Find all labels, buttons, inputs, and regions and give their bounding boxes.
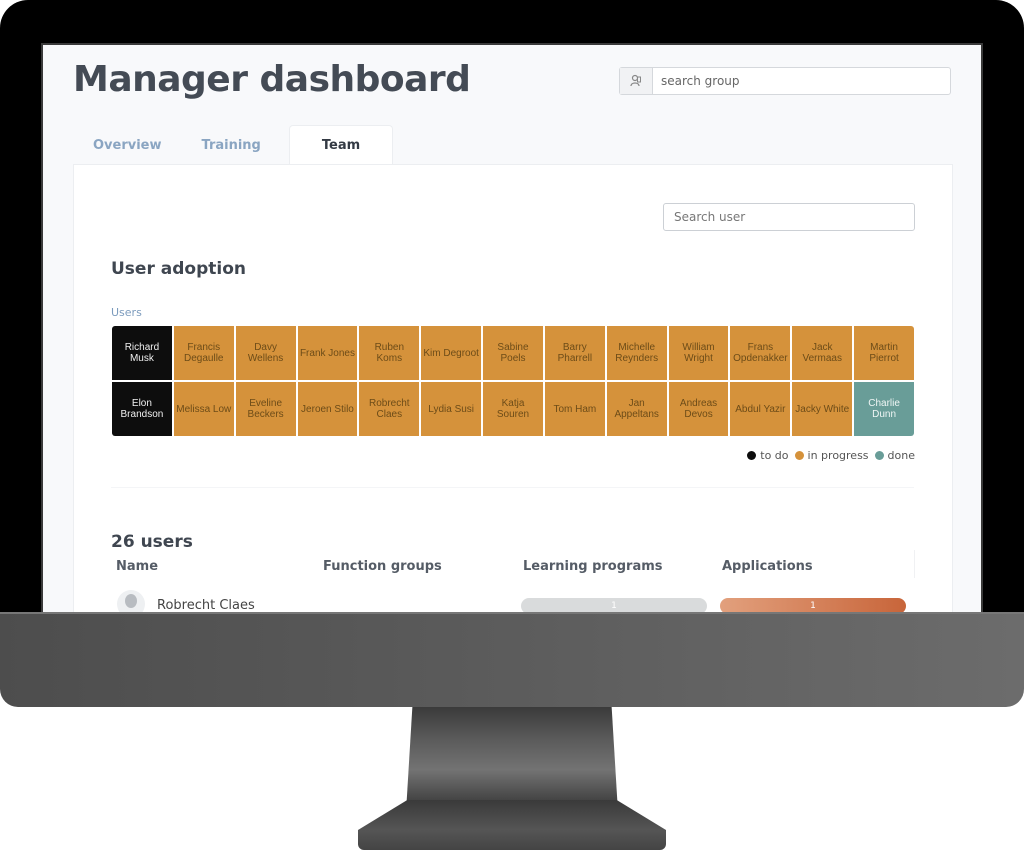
user-adoption-cell[interactable]: Michelle Reynders <box>606 326 667 380</box>
column-separator <box>914 550 915 578</box>
user-adoption-cell[interactable]: Charlie Dunn <box>854 382 914 436</box>
legend-dot-todo <box>747 451 757 460</box>
tab-overview[interactable]: Overview <box>73 125 182 165</box>
user-adoption-cell[interactable]: Francis Degaulle <box>173 326 234 380</box>
legend-dot-done <box>874 451 884 460</box>
legend-item-todo: to do <box>747 449 789 462</box>
column-header-applications[interactable]: Applications <box>722 559 813 574</box>
user-count-title: 26 users <box>111 532 193 552</box>
user-adoption-cell[interactable]: Lydia Susi <box>421 382 482 436</box>
legend-label: in progress <box>807 449 869 462</box>
screen: Manager dashboard Overview Training Team… <box>41 43 983 613</box>
avatar <box>117 590 145 613</box>
monitor-chin <box>0 612 1024 707</box>
user-adoption-cell[interactable]: Andreas Devos <box>668 382 729 436</box>
user-adoption-cell[interactable]: Martin Pierrot <box>854 326 914 380</box>
page-title: Manager dashboard <box>73 59 471 100</box>
user-adoption-cell[interactable]: Sabine Poels <box>483 326 543 380</box>
avatar-placeholder-icon <box>125 594 137 608</box>
legend-label: to do <box>760 449 789 462</box>
user-adoption-cell[interactable]: Jeroen Stilo <box>297 382 358 436</box>
user-search-input[interactable] <box>663 203 915 231</box>
column-header-learning-programs[interactable]: Learning programs <box>523 559 663 574</box>
monitor-stand-foot <box>358 800 666 850</box>
user-adoption-cell[interactable]: Katja Souren <box>483 382 543 436</box>
user-adoption-cell[interactable]: Jack Vermaas <box>792 326 853 380</box>
tab-bar: Overview Training Team <box>73 125 394 165</box>
user-adoption-cell[interactable]: Ruben Koms <box>359 326 420 380</box>
tab-team[interactable]: Team <box>288 125 394 165</box>
column-header-function-groups[interactable]: Function groups <box>323 559 442 574</box>
users-axis-label: Users <box>111 306 142 319</box>
applications-bar: 1 <box>720 598 906 613</box>
group-search-input[interactable] <box>653 68 950 94</box>
user-adoption-cell[interactable]: Jan Appeltans <box>606 382 667 436</box>
user-adoption-cell[interactable]: Abdul Yazir <box>730 382 791 436</box>
team-panel: User adoption Users Richard MuskFrancis … <box>73 164 953 613</box>
legend-dot-in-progress <box>794 451 804 460</box>
column-header-name[interactable]: Name <box>116 559 158 574</box>
group-icon-svg <box>630 74 641 87</box>
tab-training[interactable]: Training <box>182 125 281 165</box>
user-adoption-cell[interactable]: Frans Opdenakker <box>730 326 791 380</box>
monitor-stand-neck <box>406 707 618 812</box>
adoption-legend: to do in progress done <box>747 449 915 462</box>
legend-label: done <box>887 449 915 462</box>
user-adoption-grid: Richard Musk Francis Degaulle Davy Wellens… <box>112 326 914 436</box>
user-adoption-cell[interactable]: Jacky White <box>792 382 853 436</box>
group-search-icon <box>620 68 653 94</box>
user-adoption-title: User adoption <box>111 259 246 279</box>
user-adoption-cell[interactable]: Eveline Beckers <box>235 382 296 436</box>
user-adoption-cell[interactable]: Tom Ham <box>544 382 605 436</box>
group-search[interactable] <box>619 67 951 95</box>
user-adoption-cell[interactable]: Frank Jones <box>297 326 358 380</box>
user-adoption-cell[interactable]: William Wright <box>668 326 729 380</box>
learning-programs-bar: 1 <box>521 598 707 613</box>
legend-item-done: done <box>874 449 915 462</box>
user-adoption-cell[interactable]: Elon Brandson <box>112 382 172 436</box>
legend-item-in-progress: in progress <box>794 449 869 462</box>
user-adoption-cell[interactable]: Robrecht Claes <box>359 382 420 436</box>
section-divider <box>111 487 914 488</box>
monitor-mockup: Manager dashboard Overview Training Team… <box>0 0 1024 850</box>
user-adoption-cell[interactable]: Barry Pharrell <box>544 326 605 380</box>
user-name[interactable]: Robrecht Claes <box>157 598 255 613</box>
user-adoption-cell[interactable]: Kim Degroot <box>421 326 482 380</box>
user-adoption-cell[interactable]: Davy Wellens <box>235 326 296 380</box>
user-adoption-cell[interactable]: Melissa Low <box>173 382 234 436</box>
user-adoption-cell[interactable]: Richard Musk <box>112 326 172 380</box>
